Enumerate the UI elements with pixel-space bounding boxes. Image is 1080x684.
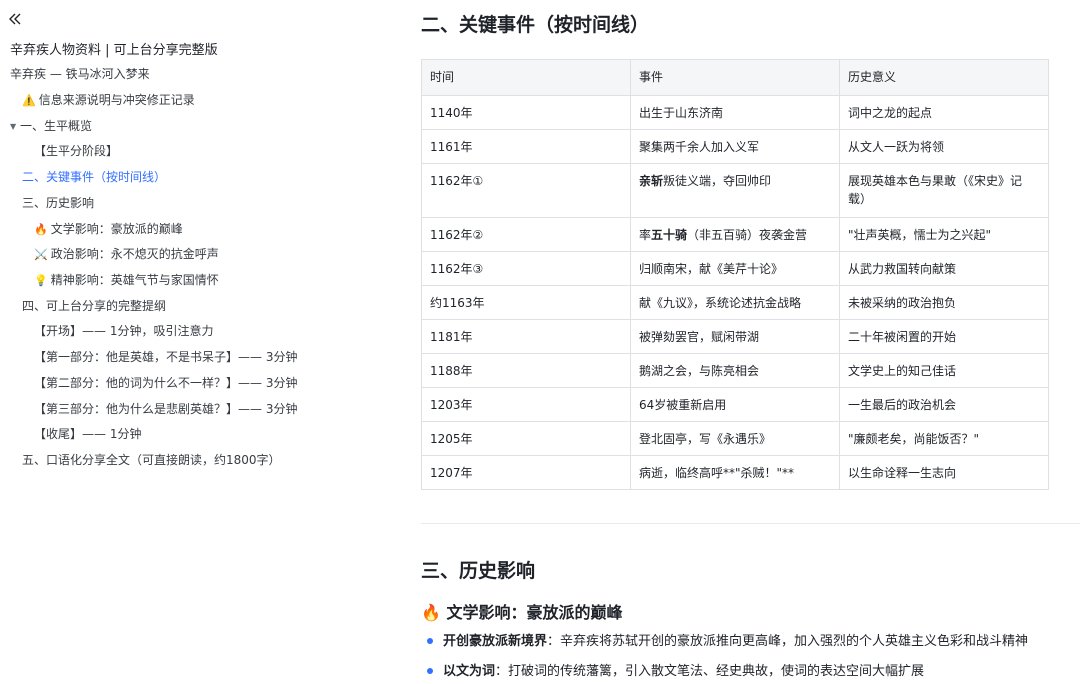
outline-item-part3[interactable]: 【第三部分：他为什么是悲剧英雄？】—— 3分钟 <box>34 400 297 418</box>
warning-icon: ⚠️ <box>22 94 36 107</box>
doc-title[interactable]: 辛弃疾人物资料 | 可上台分享完整版 <box>10 39 218 58</box>
table-row: 1162年② 率五十骑（非五百骑）夜袭金营 "壮声英概，懦士为之兴起" <box>421 217 1049 252</box>
crossed-swords-icon: ⚔️ <box>34 248 48 261</box>
cell-event: 聚集两千余人加入义军 <box>630 129 840 164</box>
caret-down-icon[interactable]: ▼ <box>10 118 20 136</box>
cell-event: 归顺南宋，献《美芹十论》 <box>630 251 840 286</box>
cell-meaning: 从武力救国转向献策 <box>839 251 1049 286</box>
cell-event: 被弹劾罢官，赋闲带湖 <box>630 319 840 354</box>
outline-item-sources[interactable]: ⚠️ 信息来源说明与冲突修正记录 <box>22 91 195 109</box>
cell-event: 率五十骑（非五百骑）夜袭金营 <box>630 217 840 252</box>
cell-event: 鹅湖之会，与陈亮相会 <box>630 353 840 388</box>
cell-event: 登北固亭，写《永遇乐》 <box>630 421 840 456</box>
table-row: 1205年 登北固亭，写《永遇乐》 "廉颇老矣，尚能饭否？" <box>421 421 1049 456</box>
table-row: 1181年 被弹劾罢官，赋闲带湖 二十年被闲置的开始 <box>421 319 1049 354</box>
section-divider <box>421 523 1080 524</box>
cell-meaning: 展现英雄本色与果敢（《宋史》记载） <box>839 163 1049 218</box>
cell-time: 1181年 <box>421 319 631 354</box>
outline-sidebar: 辛弃疾人物资料 | 可上台分享完整版 辛弃疾 — 铁马冰河入梦来 ⚠️ 信息来源说… <box>0 0 400 684</box>
cell-time: 1162年① <box>421 163 631 218</box>
literature-subheading: 🔥 文学影响：豪放派的巅峰 <box>421 603 623 622</box>
document-body: 二、关键事件（按时间线） 时间 事件 历史意义 1140年 出生于山东济南 词中… <box>400 0 1080 684</box>
cell-meaning: 一生最后的政治机会 <box>839 387 1049 422</box>
header-time: 时间 <box>421 59 631 96</box>
outline-item-section2-active[interactable]: 二、关键事件（按时间线） <box>22 168 166 186</box>
fire-icon: 🔥 <box>34 223 48 236</box>
outline-item-title[interactable]: 辛弃疾 — 铁马冰河入梦来 <box>10 65 150 83</box>
cell-event: 出生于山东济南 <box>630 95 840 130</box>
outline-item-part2[interactable]: 【第二部分：他的词为什么不一样？】—— 3分钟 <box>34 374 297 392</box>
outline-item-section4[interactable]: 四、可上台分享的完整提纲 <box>22 297 166 315</box>
cell-meaning: "廉颇老矣，尚能饭否？" <box>839 421 1049 456</box>
bullet-item: 开创豪放派新境界：辛弃疾将苏轼开创的豪放派推向更高峰，加入强烈的个人英雄主义色彩… <box>421 630 1028 649</box>
cell-time: 1162年② <box>421 217 631 252</box>
cell-time: 1205年 <box>421 421 631 456</box>
outline-item-closing[interactable]: 【收尾】—— 1分钟 <box>34 425 141 443</box>
section2-heading: 二、关键事件（按时间线） <box>421 14 650 36</box>
table-row: 1207年 病逝，临终高呼**"杀贼！"** 以生命诠释一生志向 <box>421 455 1049 490</box>
cell-meaning: "壮声英概，懦士为之兴起" <box>839 217 1049 252</box>
cell-meaning: 文学史上的知己佳话 <box>839 353 1049 388</box>
table-header-row: 时间 事件 历史意义 <box>421 59 1049 96</box>
cell-time: 1161年 <box>421 129 631 164</box>
table-row: 1140年 出生于山东济南 词中之龙的起点 <box>421 95 1049 130</box>
outline-item-section1[interactable]: ▼ 一、生平概览 <box>10 117 92 135</box>
table-row: 1161年 聚集两千余人加入义军 从文人一跃为将领 <box>421 129 1049 164</box>
outline-item-section3[interactable]: 三、历史影响 <box>22 194 94 212</box>
cell-event: 64岁被重新启用 <box>630 387 840 422</box>
fire-icon: 🔥 <box>421 603 441 622</box>
bullet-dot-icon <box>427 667 433 674</box>
outline-item-part1[interactable]: 【第一部分：他是英雄，不是书呆子】—— 3分钟 <box>34 348 297 366</box>
table-row: 1162年③ 归顺南宋，献《美芹十论》 从武力救国转向献策 <box>421 251 1049 286</box>
outline-item-stages[interactable]: 【生平分阶段】 <box>34 142 118 160</box>
outline-item-opening[interactable]: 【开场】—— 1分钟，吸引注意力 <box>34 322 213 340</box>
cell-time: 约1163年 <box>421 285 631 320</box>
cell-time: 1162年③ <box>421 251 631 286</box>
cell-time: 1188年 <box>421 353 631 388</box>
header-event: 事件 <box>630 59 840 96</box>
outline-item-literature[interactable]: 🔥 文学影响：豪放派的巅峰 <box>34 220 183 238</box>
events-table: 时间 事件 历史意义 1140年 出生于山东济南 词中之龙的起点 1161年 聚… <box>421 59 1049 490</box>
cell-time: 1203年 <box>421 387 631 422</box>
bullet-item: 以文为词：打破词的传统藩篱，引入散文笔法、经史典故，使词的表达空间大幅扩展 <box>421 660 924 679</box>
cell-event: 献《九议》，系统论述抗金战略 <box>630 285 840 320</box>
cell-meaning: 词中之龙的起点 <box>839 95 1049 130</box>
cell-meaning: 二十年被闲置的开始 <box>839 319 1049 354</box>
table-row: 1188年 鹅湖之会，与陈亮相会 文学史上的知己佳话 <box>421 353 1049 388</box>
cell-meaning: 从文人一跃为将领 <box>839 129 1049 164</box>
cell-time: 1140年 <box>421 95 631 130</box>
bullet-dot-icon <box>427 637 433 644</box>
outline-item-spirit[interactable]: 💡 精神影响：英雄气节与家国情怀 <box>34 271 219 289</box>
table-row: 1162年① 亲斩叛徒义端，夺回帅印 展现英雄本色与果敢（《宋史》记载） <box>421 163 1049 218</box>
cell-meaning: 未被采纳的政治抱负 <box>839 285 1049 320</box>
table-row: 约1163年 献《九议》，系统论述抗金战略 未被采纳的政治抱负 <box>421 285 1049 320</box>
lightbulb-icon: 💡 <box>34 274 48 287</box>
cell-meaning: 以生命诠释一生志向 <box>839 455 1049 490</box>
cell-time: 1207年 <box>421 455 631 490</box>
cell-event: 亲斩叛徒义端，夺回帅印 <box>630 163 840 218</box>
outline-item-section5[interactable]: 五、口语化分享全文（可直接朗读，约1800字） <box>22 451 281 469</box>
section3-heading: 三、历史影响 <box>421 560 536 582</box>
table-row: 1203年 64岁被重新启用 一生最后的政治机会 <box>421 387 1049 422</box>
outline-item-politics[interactable]: ⚔️ 政治影响：永不熄灭的抗金呼声 <box>34 245 219 263</box>
double-chevron-left-icon[interactable] <box>8 11 24 29</box>
cell-event: 病逝，临终高呼**"杀贼！"** <box>630 455 840 490</box>
header-meaning: 历史意义 <box>839 59 1049 96</box>
